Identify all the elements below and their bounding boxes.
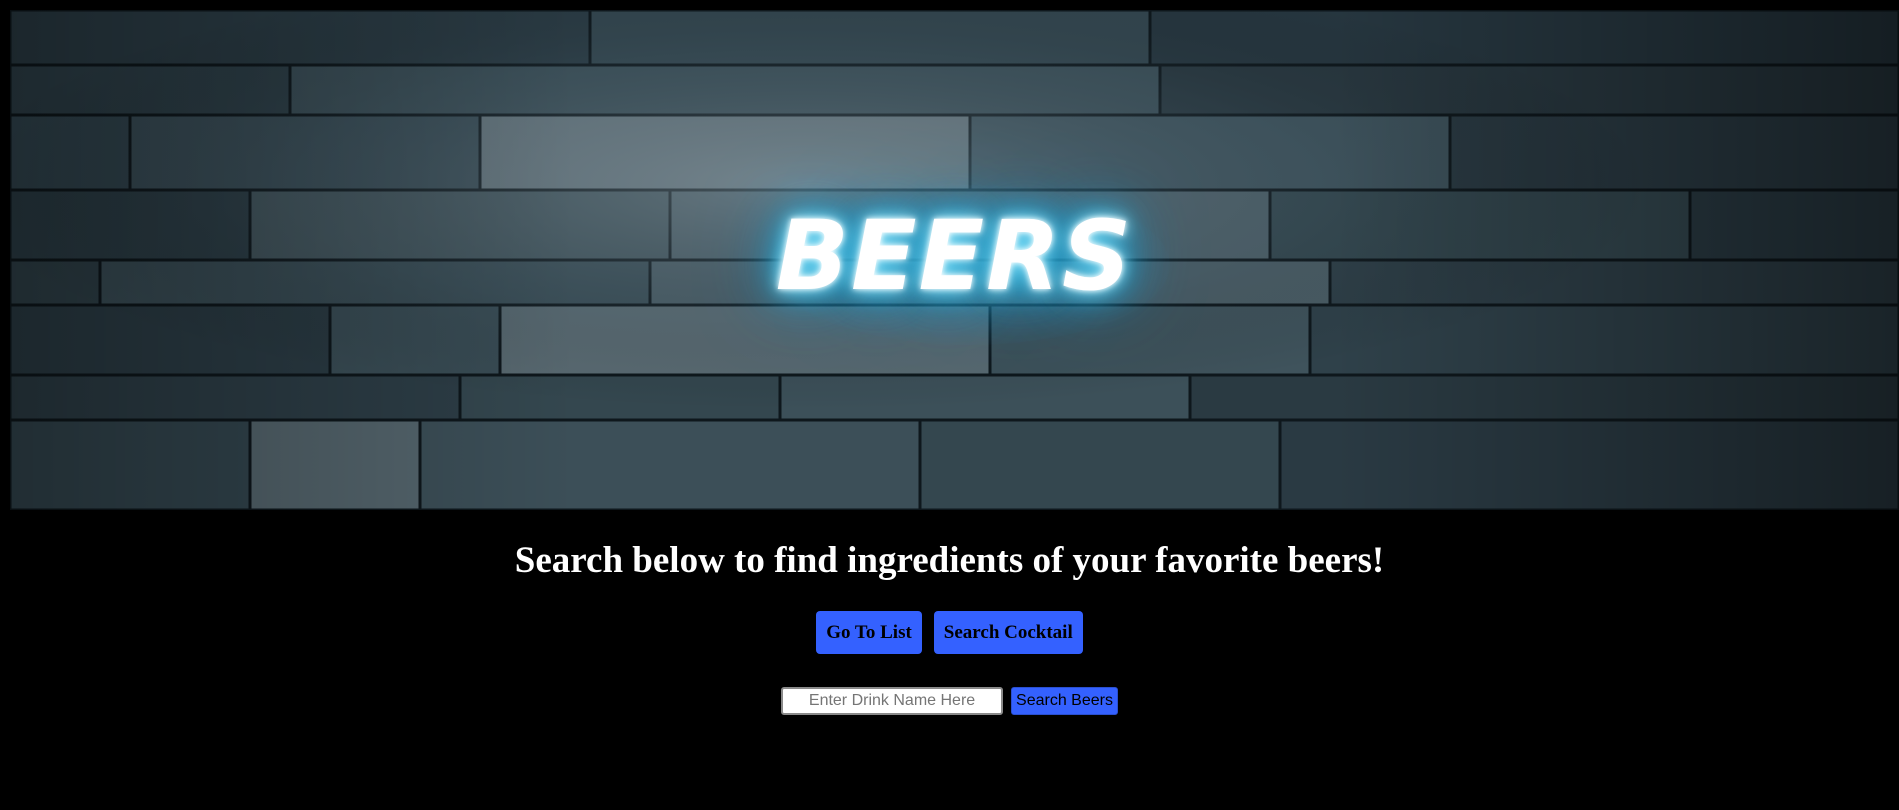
search-form: Search Beers — [0, 687, 1899, 715]
neon-beers-sign: BEERS — [775, 200, 1134, 312]
hero-banner: BEERS — [10, 10, 1899, 510]
search-cocktail-button[interactable]: Search Cocktail — [933, 611, 1083, 654]
nav-button-row: Go To List Search Cocktail — [0, 611, 1899, 654]
search-beers-button[interactable]: Search Beers — [1011, 687, 1118, 715]
drink-name-input[interactable] — [781, 687, 1004, 715]
go-to-list-button[interactable]: Go To List — [816, 611, 922, 654]
page-title: Search below to find ingredients of your… — [514, 540, 1385, 581]
page: BEERS Search below to find ingredients o… — [0, 0, 1899, 810]
